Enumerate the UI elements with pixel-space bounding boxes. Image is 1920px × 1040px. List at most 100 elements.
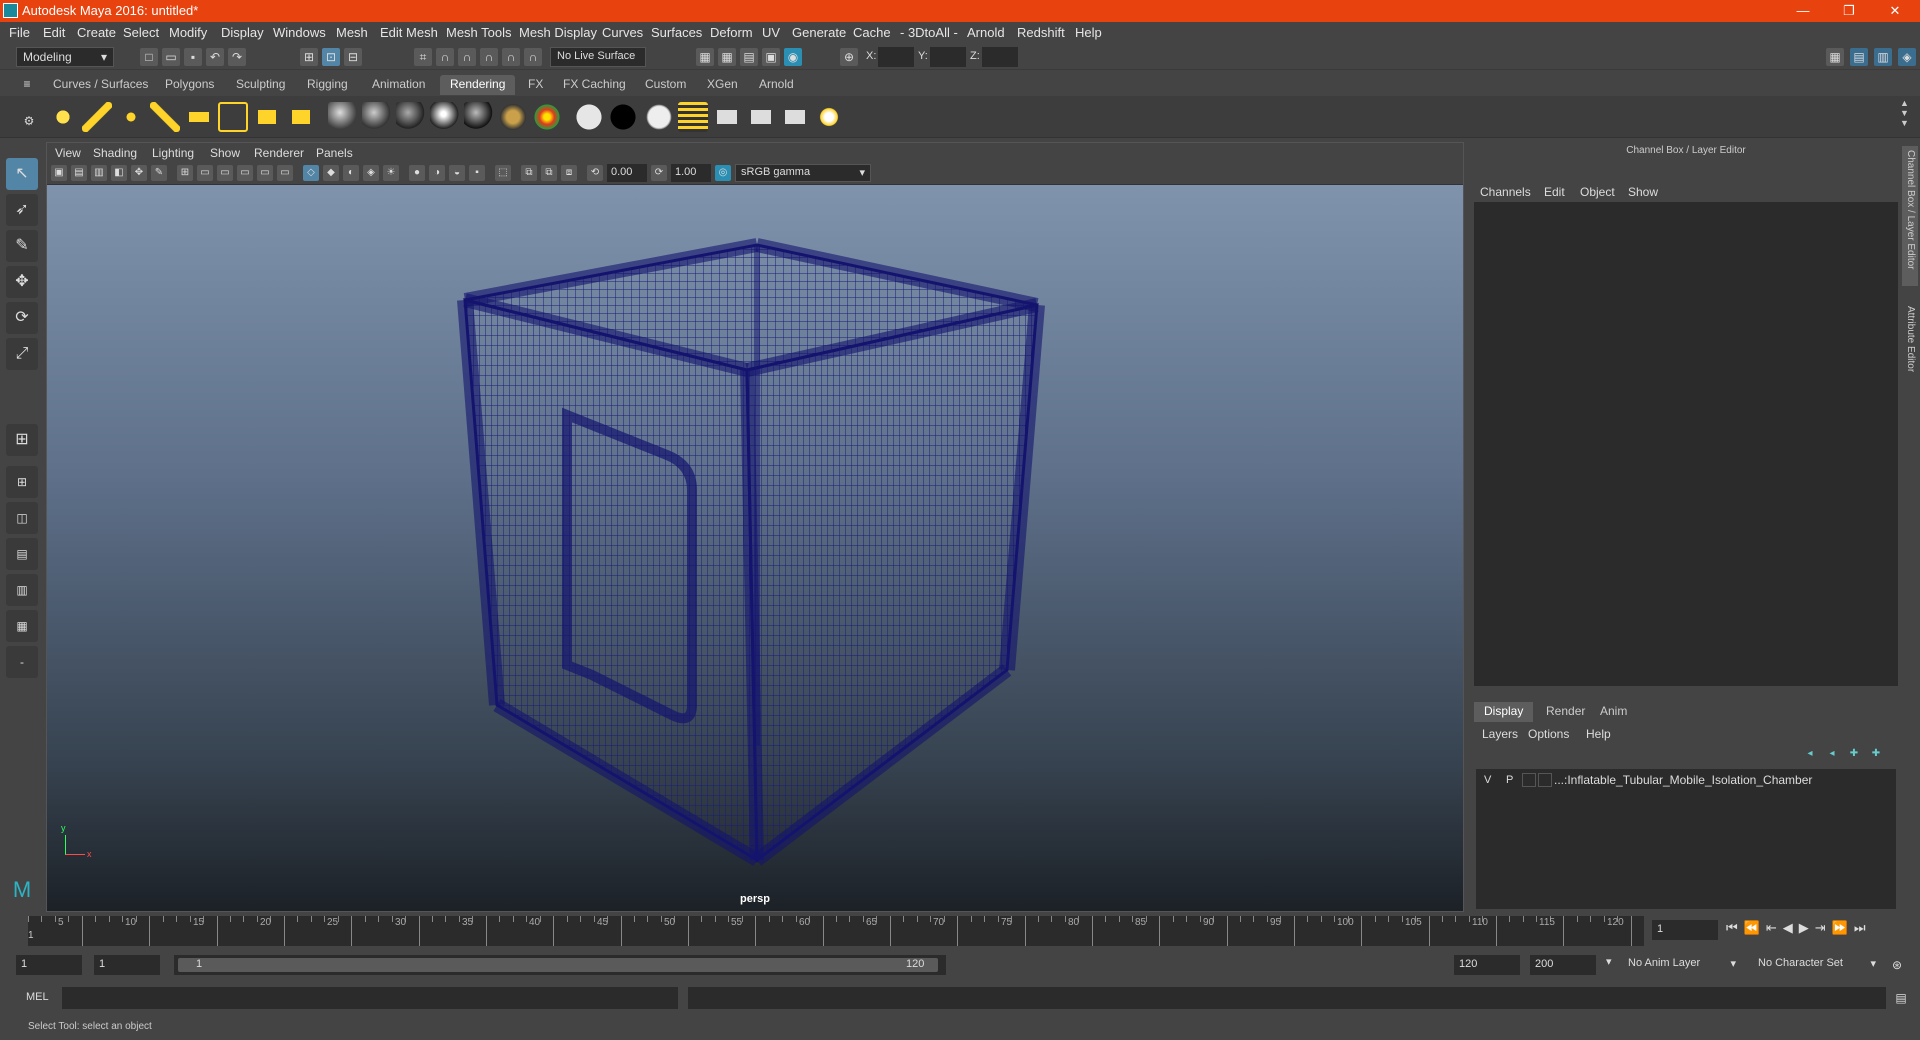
character-set-dropdown[interactable]: No Character Set ▾ xyxy=(1752,955,1882,975)
transform-mode-icon[interactable]: ⊕ xyxy=(840,48,858,66)
menu-mesh[interactable]: Mesh xyxy=(336,25,368,40)
gray-swatch-icon[interactable] xyxy=(644,102,674,132)
step-back-frame-icon[interactable]: ⇤ xyxy=(1766,920,1783,935)
minimize-button[interactable]: — xyxy=(1780,0,1826,22)
step-back-key-icon[interactable]: ⏪ xyxy=(1744,920,1766,935)
rotate-tool-icon[interactable]: ⟳ xyxy=(6,302,38,334)
snap-point-icon[interactable]: ∩ xyxy=(458,48,476,66)
layer-name[interactable]: ...:Inflatable_Tubular_Mobile_Isolation_… xyxy=(1554,773,1812,787)
grease-pencil-icon[interactable]: ✎ xyxy=(151,165,167,181)
undo-icon[interactable]: ↶ xyxy=(206,48,224,66)
tab-fx-caching[interactable]: FX Caching xyxy=(553,75,636,95)
spot-light-icon[interactable] xyxy=(150,102,180,132)
graph-layout-icon[interactable]: ▥ xyxy=(6,574,38,606)
tab-arnold[interactable]: Arnold xyxy=(749,75,804,95)
layer-tab-render[interactable]: Render xyxy=(1536,702,1595,722)
hypershade-layout-icon[interactable]: ▦ xyxy=(6,610,38,642)
default-material-icon[interactable]: ◐ xyxy=(343,165,359,181)
menu-display[interactable]: Display xyxy=(221,25,264,40)
tab-polygons[interactable]: Polygons xyxy=(155,75,224,95)
chevron-down-icon[interactable]: ▾ xyxy=(1606,955,1612,968)
cb-menu-edit[interactable]: Edit xyxy=(1544,185,1565,199)
step-forward-key-icon[interactable]: ⏩ xyxy=(1832,920,1854,935)
phonge-material-icon[interactable] xyxy=(430,102,460,132)
menu-edit[interactable]: Edit xyxy=(43,25,65,40)
render-view-shelf-icon[interactable] xyxy=(678,102,708,132)
channel-box-toggle-icon[interactable]: ▥ xyxy=(1874,48,1892,66)
point-light-icon[interactable] xyxy=(116,102,146,132)
scale-tool-icon[interactable]: ⤢ xyxy=(6,338,38,370)
snap-surface-icon[interactable]: ∩ xyxy=(502,48,520,66)
layer-type-toggle[interactable] xyxy=(1522,773,1536,787)
time-slider[interactable]: 5 10 15 20 25 30 35 40 45 50 55 60 65 70 75 80 85 90 95 100… xyxy=(0,914,1920,948)
redo-icon[interactable]: ↷ xyxy=(228,48,246,66)
xray-joints-icon[interactable]: ⧉ xyxy=(541,165,557,181)
le-menu-options[interactable]: Options xyxy=(1528,727,1569,741)
smooth-shade-icon[interactable]: ◆ xyxy=(323,165,339,181)
menu-surfaces[interactable]: Surfaces xyxy=(651,25,702,40)
current-frame-field[interactable]: 1 xyxy=(1652,920,1718,940)
gamma-icon[interactable]: ⟳ xyxy=(651,165,667,181)
le-menu-layers[interactable]: Layers xyxy=(1482,727,1518,741)
tab-xgen[interactable]: XGen xyxy=(697,75,748,95)
start-time-field[interactable]: 1 xyxy=(16,955,82,975)
modeling-toolkit-icon[interactable]: ▦ xyxy=(1826,48,1844,66)
le-menu-help[interactable]: Help xyxy=(1586,727,1611,741)
menu-curves[interactable]: Curves xyxy=(602,25,643,40)
render-settings-icon[interactable]: ▤ xyxy=(740,48,758,66)
tab-sculpting[interactable]: Sculpting xyxy=(226,75,295,95)
end-time-field[interactable]: 200 xyxy=(1530,955,1596,975)
bookmarks-icon[interactable]: ▥ xyxy=(91,165,107,181)
layer-tab-anim[interactable]: Anim xyxy=(1590,702,1637,722)
menu-select[interactable]: Select xyxy=(123,25,159,40)
vp-menu-shading[interactable]: Shading xyxy=(93,146,137,160)
white-swatch-icon[interactable] xyxy=(574,102,604,132)
auto-key-icon[interactable]: ⊛ xyxy=(1888,956,1906,974)
area-light-icon[interactable] xyxy=(184,102,214,132)
gamma-field[interactable]: 1.00 xyxy=(671,164,711,182)
render-view-icon[interactable]: ◉ xyxy=(784,48,802,66)
2d-pan-icon[interactable]: ✥ xyxy=(131,165,147,181)
field-chart-icon[interactable]: ▭ xyxy=(257,165,273,181)
menu-mesh-tools[interactable]: Mesh Tools xyxy=(446,25,512,40)
four-view-layout-icon[interactable]: ⊞ xyxy=(6,466,38,498)
menu-edit-mesh[interactable]: Edit Mesh xyxy=(380,25,438,40)
new-scene-icon[interactable]: □ xyxy=(140,48,158,66)
film-gate-icon[interactable]: ▭ xyxy=(197,165,213,181)
collapse-toolbox-icon[interactable]: - xyxy=(6,646,38,678)
menu-deform[interactable]: Deform xyxy=(710,25,753,40)
script-editor-icon[interactable]: ▤ xyxy=(1892,989,1910,1007)
time-ruler[interactable]: 5 10 15 20 25 30 35 40 45 50 55 60 65 70 75 80 85 90 95 100… xyxy=(28,916,1644,946)
volume-light-icon[interactable] xyxy=(218,102,248,132)
cb-menu-show[interactable]: Show xyxy=(1628,185,1658,199)
restore-button[interactable]: ❐ xyxy=(1826,0,1872,22)
new-layer-selected-icon[interactable]: ✚ xyxy=(1868,746,1884,762)
menu-file[interactable]: File xyxy=(9,25,30,40)
camera-attributes-icon[interactable]: ▤ xyxy=(71,165,87,181)
motion-blur-icon[interactable]: ◒ xyxy=(449,165,465,181)
menu-arnold[interactable]: Arnold xyxy=(967,25,1005,40)
play-forward-icon[interactable]: ▶ xyxy=(1799,920,1815,935)
single-perspective-layout-icon[interactable]: ⊞ xyxy=(6,424,38,456)
lasso-tool-icon[interactable]: ➶ xyxy=(6,194,38,226)
goto-start-icon[interactable]: ⏮ xyxy=(1726,920,1744,935)
two-pane-layout-icon[interactable]: ◫ xyxy=(6,502,38,534)
shelf-scroll-arrows-icon[interactable]: ▲ ▼ ▼ xyxy=(1900,98,1909,128)
snap-curve-icon[interactable]: ∩ xyxy=(436,48,454,66)
range-slider[interactable]: 1 120 xyxy=(174,955,946,975)
mel-label[interactable]: MEL xyxy=(26,991,49,1003)
select-tool-icon[interactable]: ↖ xyxy=(6,158,38,190)
save-scene-icon[interactable]: ▪ xyxy=(184,48,202,66)
cb-menu-object[interactable]: Object xyxy=(1580,185,1615,199)
anti-aliasing-icon[interactable]: ▪ xyxy=(469,165,485,181)
tab-rigging[interactable]: Rigging xyxy=(297,75,358,95)
surface-shader-icon[interactable] xyxy=(532,102,562,132)
playback-start-field[interactable]: 1 xyxy=(94,955,160,975)
select-camera-icon[interactable]: ▣ xyxy=(51,165,67,181)
tab-fx[interactable]: FX xyxy=(518,75,553,95)
cb-menu-channels[interactable]: Channels xyxy=(1480,185,1531,199)
menu-help[interactable]: Help xyxy=(1075,25,1102,40)
menu-generate[interactable]: Generate xyxy=(792,25,846,40)
viewport-canvas[interactable]: y x persp xyxy=(47,185,1463,911)
tab-curves-surfaces[interactable]: Curves / Surfaces xyxy=(43,75,158,95)
